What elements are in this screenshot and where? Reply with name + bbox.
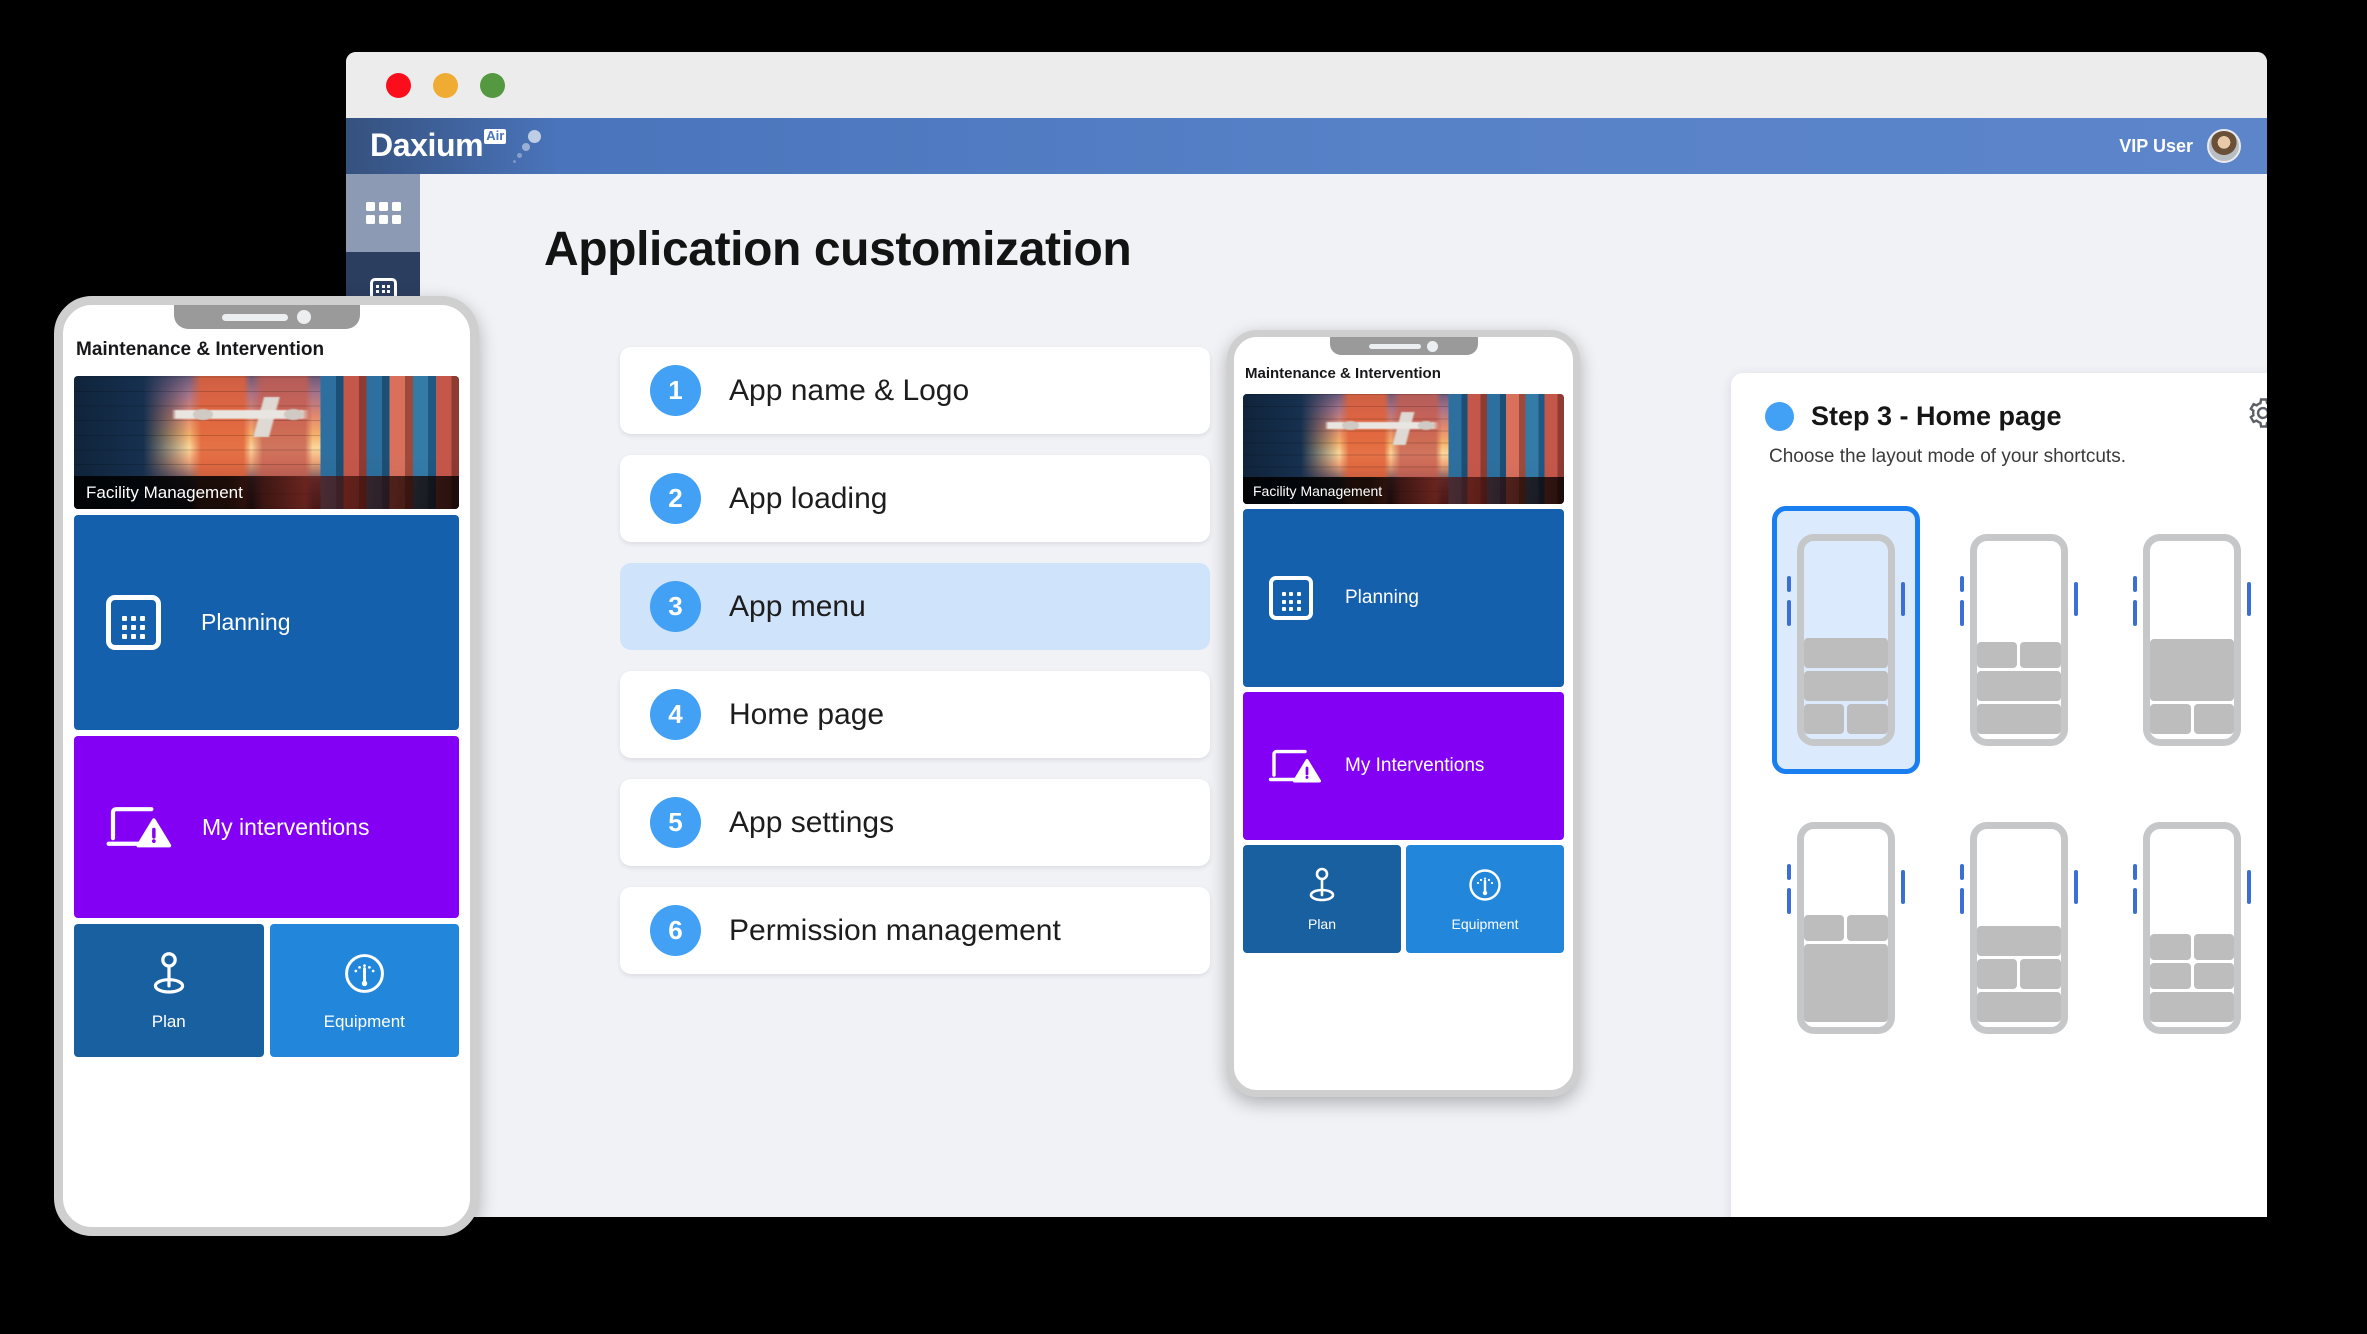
step-item-5[interactable]: 5 App settings [620,779,1210,866]
notch-icon [1824,822,1867,829]
tile-label: Equipment [1451,916,1519,932]
layout-option-6[interactable] [2118,794,2266,1062]
phone-thumbnail [2133,822,2252,1034]
step-number: 3 [650,581,701,632]
tile-equipment[interactable]: Equipment [269,924,459,1057]
tile-planning[interactable]: Planning [1243,509,1564,687]
grid-icon [365,202,401,224]
layout-option-1[interactable] [1771,506,1920,774]
tile-plan[interactable]: Plan [74,924,264,1057]
tile-equipment[interactable]: Equipment [1406,845,1564,953]
hero-banner[interactable]: Facility Management [1243,394,1564,504]
gauge-icon [1466,866,1504,904]
step-label: Permission management [729,913,1061,947]
brand-dots-icon [510,129,544,163]
laptop-warning-icon [1267,745,1323,787]
tile-label: Planning [201,609,291,635]
laptop-warning-icon [104,801,174,853]
step-item-3[interactable]: 3 App menu [620,563,1210,650]
avatar[interactable] [2207,129,2241,163]
window-titlebar [346,52,2267,118]
step-item-6[interactable]: 6 Permission management [620,887,1210,974]
layout-option-4[interactable] [1772,794,1920,1062]
phone-thumbnail [2133,534,2252,746]
layout-option-5[interactable] [1945,794,2093,1062]
notch-icon [173,305,360,329]
tile-my-interventions[interactable]: My Interventions [1243,692,1564,840]
layout-option-3[interactable] [2118,506,2266,774]
hero-caption: Facility Management [74,476,459,509]
tile-label: Equipment [323,1011,405,1031]
tile-label: Planning [1345,587,1419,608]
panel-header: Step 3 - Home page Choose the layout mod… [1731,373,2267,468]
phone-preview-large: Maintenance & Intervention Facility Mana… [54,296,479,1236]
notch-icon [1824,534,1867,541]
customization-step-list: 1 App name & Logo 2 App loading 3 App me… [620,347,1210,995]
step-number: 4 [650,689,701,740]
step-number: 2 [650,473,701,524]
phone-thumbnail [1959,822,2078,1034]
notch-icon [1997,822,2040,829]
brand-logo[interactable]: Daxium Air [370,127,544,163]
layout-option-2[interactable] [1945,506,2093,774]
step-label: App settings [729,805,895,839]
map-pin-icon [1305,866,1339,904]
calendar-icon [106,595,161,650]
notch-icon [2171,822,2214,829]
phone-preview-small: Maintenance & Intervention Facility Mana… [1227,330,1580,1097]
step-detail-panel: Step 3 - Home page Choose the layout mod… [1731,373,2267,1217]
brand-superscript: Air [484,128,507,144]
step-label: App loading [729,481,888,515]
step-item-4[interactable]: 4 Home page [620,671,1210,758]
user-account-area[interactable]: VIP User [2119,129,2241,163]
layout-option-grid [1731,506,2267,1062]
gauge-icon [341,950,388,997]
step-label: Home page [729,697,885,731]
step-indicator-dot [1765,402,1794,431]
user-name-label: VIP User [2119,135,2193,156]
phone-thumbnail [1786,534,1905,746]
panel-title: Step 3 - Home page [1811,401,2062,431]
gear-icon[interactable] [2245,395,2267,431]
step-number: 5 [650,797,701,848]
app-header-bar: Daxium Air VIP User [346,118,2267,174]
tile-label: Plan [151,1011,186,1031]
page-title: Application customization [544,223,1132,276]
minimize-window-button[interactable] [433,72,458,98]
panel-subtitle: Choose the layout mode of your shortcuts… [1769,446,2126,467]
step-item-1[interactable]: 1 App name & Logo [620,347,1210,434]
sidebar-item-apps[interactable] [346,174,420,252]
step-number: 1 [650,365,701,416]
step-item-2[interactable]: 2 App loading [620,455,1210,542]
tile-label: Plan [1307,916,1337,932]
tile-row-bottom: Plan Equipment [1243,845,1564,953]
tile-row-bottom: Plan Equipment [74,924,459,1057]
step-number: 6 [650,905,701,956]
tile-label: My interventions [202,813,370,840]
brand-name: Daxium [370,127,484,163]
notch-icon [1329,337,1478,355]
notch-icon [2171,534,2214,541]
step-label: App name & Logo [729,373,970,407]
tile-plan[interactable]: Plan [1243,845,1401,953]
maximize-window-button[interactable] [480,72,505,98]
tile-label: My Interventions [1345,755,1485,776]
hero-caption: Facility Management [1243,477,1564,504]
hero-banner[interactable]: Facility Management [74,376,459,509]
close-window-button[interactable] [386,72,411,98]
notch-icon [1997,534,2040,541]
screenshot-canvas: Daxium Air VIP User Application customiz… [0,0,2367,1334]
tile-planning[interactable]: Planning [74,515,459,730]
step-label: App menu [729,589,866,623]
phone-thumbnail [1959,534,2078,746]
tile-my-interventions[interactable]: My interventions [74,736,459,918]
map-pin-icon [148,950,190,997]
phone-thumbnail [1786,822,1905,1034]
calendar-icon [1269,576,1313,620]
